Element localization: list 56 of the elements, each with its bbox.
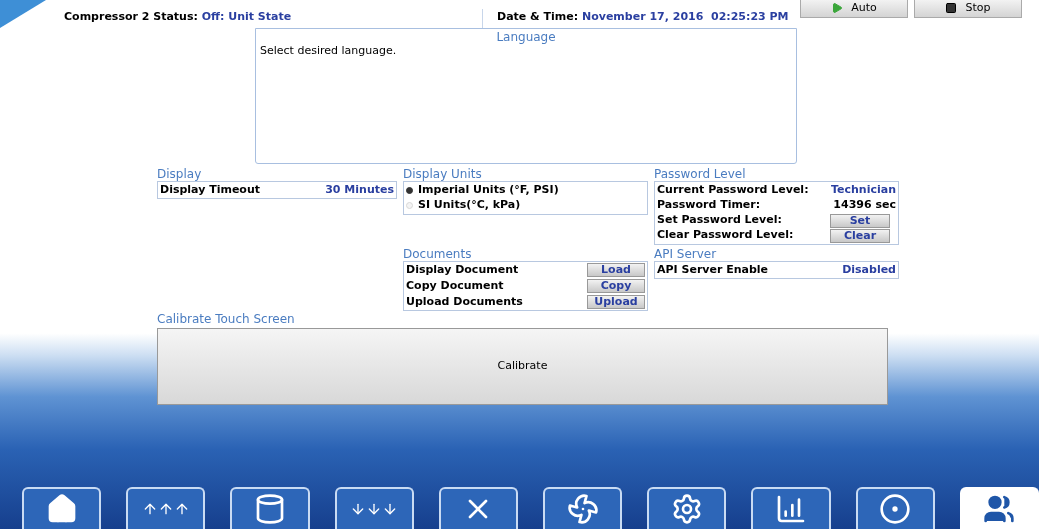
chart-icon (775, 493, 807, 525)
nav-tab[interactable] (751, 487, 831, 529)
language-title: Language (495, 30, 557, 44)
unit-label: SI Units(°C, kPa) (418, 197, 521, 214)
action-button[interactable]: Set (830, 213, 890, 228)
unit-label: Imperial Units (°F, PSI) (418, 182, 559, 199)
document-label: Upload Documents (406, 293, 523, 310)
status-value: Off: Unit State (201, 9, 292, 23)
cylinder-icon (254, 493, 286, 525)
api-row[interactable]: API Server Enable Disabled (654, 261, 899, 279)
nav-tab[interactable] (543, 487, 623, 529)
stop-icon (945, 2, 958, 14)
action-button[interactable]: Load (587, 263, 645, 277)
mode-button[interactable]: Stop (914, 0, 1022, 18)
datetime-label: Date & Time: (497, 9, 579, 23)
nav-tab[interactable] (334, 487, 414, 529)
section-title: Calibrate Touch Screen (157, 312, 296, 326)
users-icon (983, 493, 1016, 525)
api-value: Disabled (842, 261, 896, 278)
nav-tab[interactable] (647, 487, 727, 529)
section-title: Documents (403, 247, 473, 261)
nav-tab[interactable] (438, 487, 518, 529)
status-label: Compressor 2 Status: (64, 9, 198, 23)
display-value: 30 Minutes (325, 181, 394, 198)
play-icon (831, 2, 844, 14)
unit-radio[interactable]: SI Units(°C, kPa) (406, 198, 645, 213)
nav-tab[interactable] (22, 487, 102, 529)
nav-tab[interactable] (126, 487, 206, 529)
section-title: Password Level (654, 167, 747, 181)
password-value: Technician (831, 182, 896, 199)
section-title: Display Units (403, 167, 483, 181)
logo-triangle-icon (0, 0, 46, 28)
api-label: API Server Enable (657, 261, 769, 278)
password-label: Set Password Level: (657, 212, 782, 229)
datetime-value: November 17, 2016 02:25:23 PM (581, 9, 789, 23)
section-title: Display (157, 167, 203, 181)
password-value: 14396 sec (833, 197, 896, 214)
nav-tab[interactable] (230, 487, 310, 529)
section-title: API Server (654, 247, 718, 261)
document-label: Display Document (406, 261, 519, 278)
circle-dot-icon (879, 493, 912, 525)
display-row[interactable]: Display Timeout 30 Minutes (157, 181, 397, 199)
password-label: Password Timer: (657, 197, 761, 214)
fan-icon (566, 493, 599, 525)
unit-radio[interactable]: Imperial Units (°F, PSI) (406, 183, 645, 198)
action-button[interactable]: Copy (587, 279, 645, 293)
display-label: Display Timeout (160, 181, 261, 198)
password-label: Current Password Level: (657, 182, 809, 199)
mode-button[interactable]: Auto (800, 0, 908, 18)
action-button[interactable]: Upload (587, 295, 645, 309)
document-label: Copy Document (406, 277, 504, 294)
action-button[interactable]: Clear (830, 228, 890, 243)
nav-tab[interactable] (855, 487, 935, 529)
calibrate-button[interactable]: Calibrate (157, 328, 888, 405)
password-label: Clear Password Level: (657, 227, 794, 244)
language-prompt: Select desired language. (260, 43, 398, 59)
